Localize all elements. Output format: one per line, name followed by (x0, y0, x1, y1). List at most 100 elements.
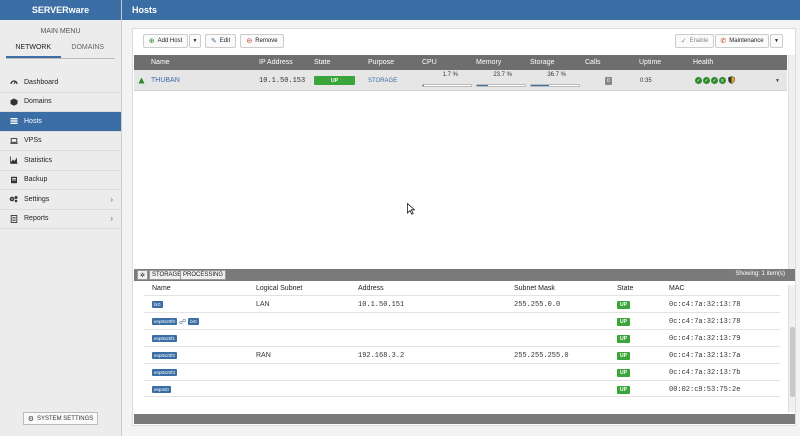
table-row[interactable]: br0 LAN 10.1.50.151 255.255.0.0 UP 0c:c4… (144, 295, 780, 312)
detail-tabs-bar: ✲ STORAGE PROCESSING Showing: 1 item(s) (134, 269, 795, 281)
sidebar-item-label: Backup (24, 176, 48, 184)
sidebar-tabs: NETWORK DOMAINS (6, 41, 115, 59)
mac-address: 0c:c4:7a:32:13:7a (669, 351, 741, 360)
showing-count: Showing: 1 item(s) (735, 271, 785, 277)
hosts-scrollbar[interactable] (788, 55, 795, 270)
mac-address: 0c:c4:7a:32:13:79 (669, 334, 741, 343)
logical-subnet: RAN (256, 352, 271, 359)
remove-button[interactable]: ⊖ Remove (240, 34, 284, 48)
row-menu-caret-icon[interactable]: ▼ (775, 70, 780, 91)
col-uptime[interactable]: Uptime (639, 55, 661, 70)
table-row[interactable]: THUBAN 10.1.50.153 UP STORAGE 1.7 % 23.7… (134, 70, 787, 91)
sidebar-item-label: Reports (24, 215, 49, 223)
table-row[interactable]: enp0s20f2 RAN 192.168.3.2 255.255.255.0 … (144, 346, 780, 363)
memory-bar-fill (477, 85, 489, 86)
table-row[interactable]: enp0s20f0 ☍ br0 UP 0c:c4:7a:32:13:78 (144, 312, 780, 329)
col-storage[interactable]: Storage (530, 55, 555, 70)
add-host-dropdown-button[interactable]: ▼ (189, 34, 201, 48)
page-title: Hosts (132, 5, 158, 15)
status-badge: UP (314, 76, 355, 85)
status-badge: UP (617, 368, 630, 377)
sidebar-item-label: Dashboard (24, 78, 59, 86)
host-name[interactable]: THUBAN (151, 70, 180, 91)
col-purpose[interactable]: Purpose (368, 55, 394, 70)
detail-scrollbar[interactable] (788, 285, 795, 412)
expand-arrow-icon[interactable] (138, 70, 145, 91)
system-settings-label: SYSTEM SETTINGS (36, 415, 94, 422)
report-icon (9, 214, 18, 223)
enable-button[interactable]: ✓ Enable (675, 34, 714, 48)
maintenance-button[interactable]: ✆ Maintenance (715, 34, 769, 48)
cube-icon (9, 97, 18, 106)
sidebar-item-reports[interactable]: Reports › (0, 210, 121, 229)
tab-processing[interactable]: PROCESSING (180, 270, 227, 280)
backup-icon (9, 175, 18, 184)
table-row[interactable]: enp0s20f1 UP 0c:c4:7a:32:13:79 (144, 329, 780, 346)
col-name[interactable]: Name (151, 55, 170, 70)
status-badge: UP (617, 317, 630, 326)
sidebar-item-hosts[interactable]: Hosts (0, 112, 121, 132)
col-cpu[interactable]: CPU (422, 55, 437, 70)
system-settings-button[interactable]: ⚙ SYSTEM SETTINGS (23, 412, 98, 425)
hosts-panel: ⊕ Add Host ▼ ✎ Edit ⊖ Remove ✓ Enable ✆ … (132, 28, 796, 426)
memory-value: 23.7 % (493, 72, 512, 78)
plus-icon: ⊕ (148, 38, 155, 45)
tab-storage[interactable]: STORAGE (149, 270, 185, 280)
gear-icon[interactable]: ✲ (137, 270, 148, 280)
sidebar-item-domains[interactable]: Domains (0, 93, 121, 112)
subnet-mask: 255.255.0.0 (514, 300, 561, 309)
col-memory[interactable]: Memory (476, 55, 501, 70)
health-equal-icon: ≡ (719, 77, 726, 84)
sidebar-item-label: VPSs (24, 137, 42, 145)
col-mac: MAC (669, 285, 685, 292)
host-ip: 10.1.50.153 (259, 76, 306, 85)
col-health[interactable]: Health (693, 55, 713, 70)
chevron-right-icon: › (110, 194, 113, 204)
sidebar-item-label: Statistics (24, 156, 53, 164)
memory-bar (476, 84, 526, 87)
sidebar-item-statistics[interactable]: Statistics (0, 151, 121, 171)
tab-domains[interactable]: DOMAINS (61, 41, 116, 58)
subnet-mask: 255.255.255.0 (514, 351, 569, 360)
interface-name: enp0s20f2 (152, 352, 178, 359)
table-row[interactable]: enp4s0 UP 00:02:c9:53:75:2e (144, 380, 780, 397)
toolbar: ⊕ Add Host ▼ ✎ Edit ⊖ Remove ✓ Enable ✆ … (143, 34, 785, 48)
sidebar-item-backup[interactable]: Backup (0, 171, 121, 190)
host-calls: 0 (605, 70, 612, 91)
caret-down-icon: ▼ (774, 38, 779, 44)
status-badge: UP (617, 351, 630, 360)
tab-network[interactable]: NETWORK (6, 41, 61, 58)
maintenance-dropdown-button[interactable]: ▼ (770, 34, 783, 48)
sidebar-item-dashboard[interactable]: Dashboard (0, 73, 121, 93)
mac-address: 0c:c4:7a:32:13:78 (669, 300, 741, 309)
col-calls[interactable]: Calls (585, 55, 601, 70)
table-row[interactable]: enp0s20f3 UP 0c:c4:7a:32:13:7b (144, 363, 780, 380)
sidebar-item-vpss[interactable]: VPSs (0, 132, 121, 151)
address: 10.1.50.151 (358, 300, 405, 309)
storage-bar (530, 84, 580, 87)
storage-usage: 36.7 % (530, 72, 580, 87)
add-host-button[interactable]: ⊕ Add Host (143, 34, 188, 48)
cpu-bar (422, 84, 472, 87)
sidebar-item-label: Domains (24, 98, 52, 106)
gear-icon: ⚙ (27, 415, 34, 423)
brand-logo[interactable]: SERVERware (0, 0, 121, 20)
col-ip[interactable]: IP Address (259, 55, 293, 70)
cpu-bar-fill (423, 85, 424, 86)
host-uptime: 0:35 (640, 77, 652, 84)
mac-address: 0c:c4:7a:32:13:78 (669, 317, 741, 326)
mouse-cursor-icon (407, 203, 415, 215)
cpu-value: 1.7 % (442, 72, 458, 78)
col-state[interactable]: State (314, 55, 330, 70)
interface-name: enp0s20f1 (152, 335, 178, 342)
link-icon: ☍ (179, 318, 187, 326)
enable-label: Enable (689, 38, 709, 44)
health-check-icon: ✓ (695, 77, 702, 84)
sidebar-item-settings[interactable]: Settings › (0, 190, 121, 210)
scrollbar-thumb[interactable] (790, 327, 795, 397)
add-host-label: Add Host (157, 38, 183, 44)
sidebar: SERVERware MAIN MENU NETWORK DOMAINS Das… (0, 0, 122, 436)
edit-button[interactable]: ✎ Edit (205, 34, 236, 48)
col-logical-subnet: Logical Subnet (256, 285, 303, 292)
sidebar-nav: Dashboard Domains Hosts VPSs Statistics (0, 73, 121, 229)
